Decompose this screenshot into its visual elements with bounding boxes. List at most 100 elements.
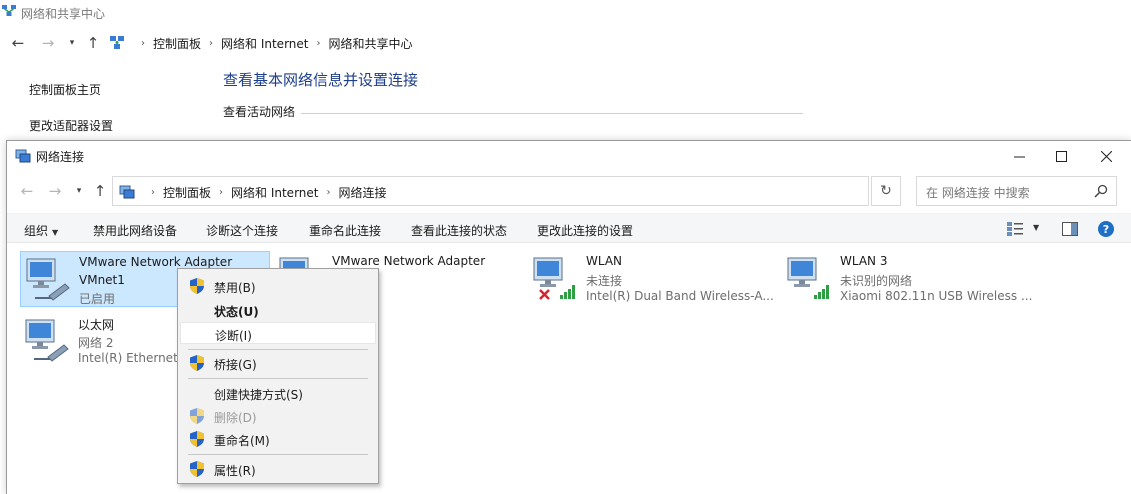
- adapter-name: VMware Network Adapter: [332, 254, 486, 268]
- organize-label: 组织: [24, 224, 49, 238]
- refresh-button[interactable]: ↻: [871, 176, 901, 206]
- forward-arrow-icon[interactable]: →: [44, 176, 66, 206]
- menu-item-disable[interactable]: 禁用(B): [180, 275, 376, 297]
- adapter-device: Intel(R) Dual Band Wireless-A...: [586, 289, 774, 303]
- network-connections-window: 网络连接 ← → ▾ ↑ › 控制面板 › 网络和 Internet › 网络连…: [6, 140, 1131, 494]
- breadcrumb: › 控制面板 › 网络和 Internet › 网络连接: [119, 177, 387, 207]
- window-title: 网络连接: [36, 150, 85, 164]
- bg-window-title: 网络和共享中心: [21, 7, 106, 21]
- back-arrow-icon[interactable]: ←: [16, 176, 38, 206]
- network-connections-icon: [15, 149, 31, 163]
- breadcrumb-separator-icon: ›: [151, 186, 155, 198]
- menu-item-delete[interactable]: 删除(D): [180, 405, 376, 427]
- menu-item-diagnose[interactable]: 诊断(I): [180, 322, 376, 344]
- adapter-name: WLAN 3: [840, 254, 888, 268]
- adapter-item-wlan[interactable]: WLAN 未连接 Intel(R) Dual Band Wireless-A..…: [528, 251, 778, 307]
- view-options-icon[interactable]: [1007, 222, 1023, 236]
- menu-separator: [188, 378, 368, 379]
- adapter-name: 以太网: [78, 318, 115, 332]
- disable-device-button[interactable]: 禁用此网络设备: [93, 222, 177, 239]
- bg-breadcrumb-network-internet[interactable]: 网络和 Internet: [221, 35, 308, 52]
- menu-item-label: 属性(R): [214, 464, 256, 478]
- close-icon: [1100, 150, 1112, 162]
- bg-breadcrumb: › 控制面板 › 网络和 Internet › 网络和共享中心: [109, 28, 413, 58]
- menu-item-bridge[interactable]: 桥接(G): [180, 352, 376, 374]
- maximize-icon: [1055, 150, 1067, 162]
- wireless-adapter-icon: [533, 257, 575, 300]
- minimize-icon: [1013, 156, 1025, 157]
- wired-adapter-icon: [25, 319, 69, 362]
- sidebar-link-control-panel-home[interactable]: 控制面板主页: [29, 81, 101, 98]
- menu-item-label: 状态(U): [214, 305, 259, 319]
- network-connections-icon: [119, 185, 135, 199]
- adapter-name: WLAN: [586, 254, 623, 268]
- adapter-device: Intel(R) Ethernet C: [78, 351, 190, 365]
- adapter-context-menu: 禁用(B) 状态(U) 诊断(I) 桥接(G) 创建快捷方式(S) 删除(D) …: [177, 268, 379, 484]
- bg-breadcrumb-sharing-center[interactable]: 网络和共享中心: [328, 35, 412, 52]
- minimize-button[interactable]: [996, 141, 1042, 171]
- menu-item-status[interactable]: 状态(U): [180, 299, 376, 321]
- wired-adapter-icon: [26, 258, 70, 301]
- organize-button[interactable]: 组织 ▼: [24, 222, 58, 239]
- recent-locations-chevron-icon[interactable]: ▾: [73, 176, 85, 206]
- address-bar[interactable]: › 控制面板 › 网络和 Internet › 网络连接 ⌄: [112, 176, 961, 207]
- section-divider: [301, 113, 803, 114]
- up-arrow-icon[interactable]: ↑: [89, 176, 111, 206]
- menu-item-properties[interactable]: 属性(R): [180, 458, 376, 480]
- navigation-bar: ← → ▾ ↑ › 控制面板 › 网络和 Internet › 网络连接 ⌄ ↻…: [7, 176, 1131, 206]
- maximize-button[interactable]: [1038, 141, 1084, 171]
- uac-shield-icon: [190, 431, 204, 447]
- search-icon: [1094, 184, 1108, 198]
- menu-item-label: 桥接(G): [214, 358, 257, 372]
- menu-item-label: 重命名(M): [214, 434, 270, 448]
- search-input[interactable]: 在 网络连接 中搜索: [916, 176, 1117, 206]
- uac-shield-icon: [190, 461, 204, 477]
- command-toolbar: 组织 ▼ 禁用此网络设备 诊断这个连接 重命名此连接 查看此连接的状态 更改此连接…: [7, 213, 1131, 243]
- chevron-down-icon: ▼: [52, 228, 59, 237]
- view-options-chevron-icon[interactable]: ▼: [1033, 223, 1039, 232]
- bg-navigation-bar: ← → ▾ ↑ › 控制面板 › 网络和 Internet › 网络和共享中心: [0, 28, 1131, 58]
- menu-item-label: 禁用(B): [214, 281, 256, 295]
- breadcrumb-network-connections[interactable]: 网络连接: [338, 184, 386, 201]
- up-arrow-icon[interactable]: ↑: [82, 28, 104, 58]
- diagnose-connection-button[interactable]: 诊断这个连接: [206, 222, 278, 239]
- menu-item-label: 删除(D): [214, 411, 257, 425]
- sidebar-link-change-adapter-settings[interactable]: 更改适配器设置: [29, 117, 113, 134]
- breadcrumb-separator-icon: ›: [326, 186, 331, 198]
- breadcrumb-separator-icon: ›: [141, 37, 145, 49]
- recent-locations-chevron-icon[interactable]: ▾: [66, 28, 78, 58]
- adapter-status: 已启用: [79, 292, 116, 306]
- breadcrumb-separator-icon: ›: [209, 37, 214, 49]
- menu-item-label: 诊断(I): [215, 329, 252, 343]
- menu-item-label: 创建快捷方式(S): [214, 388, 303, 402]
- change-settings-button[interactable]: 更改此连接的设置: [537, 222, 633, 239]
- rename-connection-button[interactable]: 重命名此连接: [309, 222, 381, 239]
- preview-pane-icon[interactable]: [1062, 222, 1078, 236]
- bg-breadcrumb-control-panel[interactable]: 控制面板: [153, 35, 201, 52]
- uac-shield-icon: [190, 408, 204, 424]
- menu-separator: [188, 349, 368, 350]
- close-button[interactable]: [1083, 141, 1129, 171]
- adapter-item-wlan3[interactable]: WLAN 3 未识别的网络 Xiaomi 802.11n USB Wireles…: [782, 251, 1032, 307]
- control-panel-icon: [110, 36, 124, 49]
- menu-separator: [188, 454, 368, 455]
- page-title: 查看基本网络信息并设置连接: [223, 71, 419, 89]
- title-bar: 网络连接: [7, 141, 1131, 171]
- back-arrow-icon[interactable]: ←: [7, 28, 29, 58]
- breadcrumb-separator-icon: ›: [316, 37, 321, 49]
- adapter-device: Xiaomi 802.11n USB Wireless ...: [840, 289, 1033, 303]
- forward-arrow-icon[interactable]: →: [37, 28, 59, 58]
- help-icon[interactable]: ?: [1098, 221, 1114, 237]
- search-placeholder: 在 网络连接 中搜索: [926, 186, 1030, 200]
- wireless-adapter-icon: [787, 257, 829, 299]
- view-status-button[interactable]: 查看此连接的状态: [411, 222, 507, 239]
- adapter-subname: VMnet1: [79, 273, 125, 287]
- breadcrumb-network-internet[interactable]: 网络和 Internet: [231, 184, 318, 201]
- adapter-status: 网络 2: [78, 336, 114, 350]
- breadcrumb-control-panel[interactable]: 控制面板: [163, 184, 211, 201]
- menu-item-create-shortcut[interactable]: 创建快捷方式(S): [180, 382, 376, 404]
- uac-shield-icon: [190, 278, 204, 294]
- menu-item-rename[interactable]: 重命名(M): [180, 428, 376, 450]
- refresh-icon: ↻: [880, 183, 892, 199]
- network-center-icon: [2, 5, 16, 16]
